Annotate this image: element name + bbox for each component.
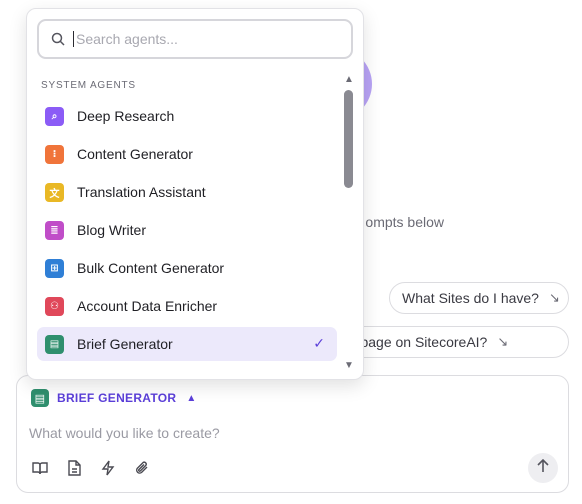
agent-list: ⌕ Deep Research ⁝ Content Generator 文 Tr… [37,99,337,365]
agent-item-deep-research[interactable]: ⌕ Deep Research [37,99,337,133]
deep-research-icon: ⌕ [45,106,64,126]
section-label-system-agents: SYSTEM AGENTS [41,80,136,91]
agent-item-blog-writer[interactable]: ≣ Blog Writer [37,213,337,247]
bulk-content-icon: ⊞ [45,258,64,278]
agent-item-brief-generator[interactable]: ▤ Brief Generator ✓ [37,327,337,361]
account-enricher-icon: ⚇ [45,296,64,316]
agent-item-label: Account Data Enricher [77,298,218,314]
agent-item-label: Content Generator [77,146,193,162]
document-icon[interactable] [65,459,83,477]
agent-item-label: Blog Writer [77,222,146,238]
search-icon [51,32,65,46]
translation-icon: 文 [45,182,64,202]
agent-item-label: Translation Assistant [77,184,206,200]
agent-item-label: Deep Research [77,108,175,124]
agent-item-label: Brief Generator [77,336,173,352]
brief-generator-icon: ▤ [31,389,49,407]
paperclip-icon[interactable] [133,459,151,477]
arrow-down-right-icon: ↘ [497,334,509,349]
agent-search-input[interactable] [73,31,326,47]
dropdown-scrollbar[interactable]: ▲ ▼ [343,73,355,371]
send-button[interactable] [528,453,558,483]
agent-item-content-generator[interactable]: ⁝ Content Generator [37,137,337,171]
prompt-composer: ▤ BRIEF GENERATOR ▲ What would you like … [16,375,569,493]
checkmark-icon: ✓ [313,335,325,351]
brief-generator-icon: ▤ [45,334,64,354]
selected-agent-name: BRIEF GENERATOR [57,391,177,405]
agent-picker-dropdown: SYSTEM AGENTS ⌕ Deep Research ⁝ Content … [26,8,364,380]
scroll-down-arrow-icon[interactable]: ▼ [344,361,354,371]
agent-item-bulk-content-generator[interactable]: ⊞ Bulk Content Generator [37,251,337,285]
blog-writer-icon: ≣ [45,220,64,240]
prompt-input[interactable]: What would you like to create? [29,425,549,441]
scroll-up-arrow-icon[interactable]: ▲ [344,75,354,85]
agent-selector[interactable]: ▤ BRIEF GENERATOR ▲ [31,389,197,407]
arrow-up-icon [537,458,549,478]
arrow-down-right-icon: ↘ [548,290,560,305]
chevron-up-icon: ▲ [186,392,197,404]
agent-item-translation-assistant[interactable]: 文 Translation Assistant [37,175,337,209]
scrollbar-thumb[interactable] [344,90,353,188]
agent-item-account-data-enricher[interactable]: ⚇ Account Data Enricher [37,289,337,323]
book-icon[interactable] [31,459,49,477]
content-generator-icon: ⁝ [45,144,64,164]
agent-item-label: Bulk Content Generator [77,260,225,276]
lightning-icon[interactable] [99,459,117,477]
composer-tools [31,459,151,477]
agent-search [37,19,353,59]
suggestion-label: What Sites do I have? [402,290,539,306]
suggestion-what-sites[interactable]: What Sites do I have? ↘ [389,282,569,314]
